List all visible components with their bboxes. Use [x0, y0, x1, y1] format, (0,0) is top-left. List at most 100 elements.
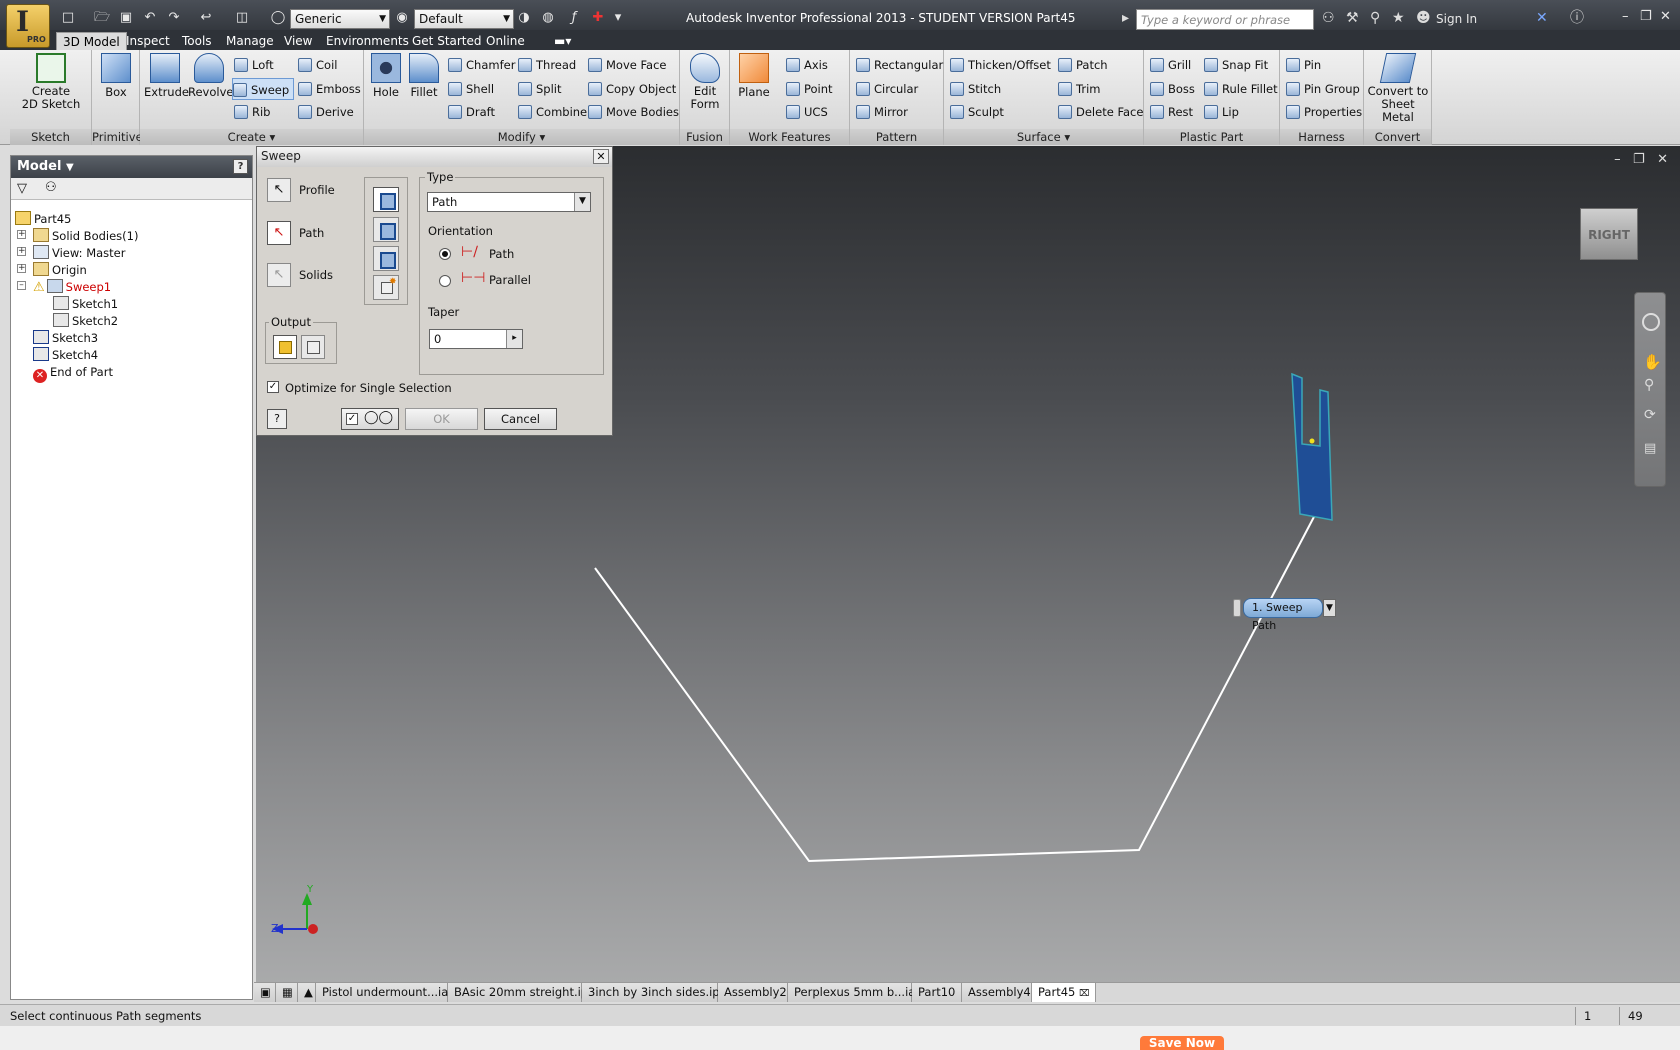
- sweep-path-line[interactable]: [594, 512, 1317, 863]
- rule-fillet-button[interactable]: Rule Fillet: [1204, 78, 1278, 100]
- application-menu-button[interactable]: I PRO: [6, 4, 50, 48]
- doc-tab-part45[interactable]: Part45 ⌧: [1032, 983, 1096, 1002]
- doc-tab-part10[interactable]: Part10: [912, 983, 962, 1002]
- ucs-button[interactable]: UCS: [786, 101, 828, 123]
- find-binoculars-icon[interactable]: ⚇: [45, 180, 57, 195]
- close-tab-icon[interactable]: ⌧: [1079, 989, 1089, 999]
- undo-icon[interactable]: ↶: [142, 10, 158, 26]
- help-search-input[interactable]: Type a keyword or phrase: [1136, 9, 1314, 30]
- expand-icon[interactable]: +: [17, 264, 26, 273]
- tab-tools[interactable]: Tools: [176, 32, 218, 50]
- output-surface-button[interactable]: [301, 335, 325, 359]
- tab-list-up-icon[interactable]: ▲: [298, 983, 316, 1002]
- expand-arrow-icon[interactable]: ▸: [1122, 10, 1129, 26]
- panel-title-modify[interactable]: Modify ▾: [364, 129, 679, 145]
- pin-button[interactable]: Pin: [1286, 54, 1321, 76]
- tree-node-part45[interactable]: Part45: [15, 210, 71, 228]
- taper-input[interactable]: 0 ▸: [429, 329, 523, 349]
- doc-tab-basic-20mm[interactable]: BAsic 20mm streight.ipt: [448, 983, 593, 1002]
- dialog-help-button[interactable]: ?: [267, 409, 287, 429]
- help-icon[interactable]: ⓘ: [1570, 10, 1584, 26]
- tab-environments[interactable]: Environments: [320, 32, 415, 50]
- doc-tab-assembly2[interactable]: Assembly2: [718, 983, 788, 1002]
- boss-button[interactable]: Boss: [1150, 78, 1195, 100]
- restore-icon[interactable]: ❐: [1640, 9, 1652, 24]
- rest-button[interactable]: Rest: [1150, 101, 1193, 123]
- rectangular-pattern-button[interactable]: Rectangular: [856, 54, 943, 76]
- delete-face-button[interactable]: Delete Face: [1058, 101, 1143, 123]
- grill-button[interactable]: Grill: [1150, 54, 1191, 76]
- split-button[interactable]: Split: [518, 78, 562, 100]
- clear-icon[interactable]: ◍: [540, 10, 556, 26]
- hole-button[interactable]: Hole: [368, 53, 404, 99]
- cascade-windows-icon[interactable]: ▦: [276, 983, 298, 1002]
- emboss-button[interactable]: Emboss: [298, 78, 361, 100]
- cancel-button[interactable]: Cancel: [484, 408, 557, 430]
- communication-icon[interactable]: ⚲: [1370, 10, 1380, 26]
- sign-in-link[interactable]: Sign In: [1436, 12, 1477, 26]
- thicken-offset-button[interactable]: Thicken/Offset: [950, 54, 1051, 76]
- move-bodies-button[interactable]: Move Bodies: [588, 101, 679, 123]
- open-icon[interactable]: 🗁: [94, 10, 110, 26]
- expand-icon[interactable]: +: [17, 230, 26, 239]
- pin-group-button[interactable]: Pin Group: [1286, 78, 1360, 100]
- redo-icon[interactable]: ↷: [166, 10, 182, 26]
- box-button[interactable]: Box: [96, 53, 136, 99]
- snap-fit-button[interactable]: Snap Fit: [1204, 54, 1268, 76]
- update-icon[interactable]: ◫: [234, 10, 250, 26]
- filter-icon[interactable]: ▽: [17, 181, 27, 196]
- close-window-icon[interactable]: ✕: [1660, 9, 1671, 24]
- tab-online[interactable]: Online: [480, 32, 531, 50]
- doc-tab-3inch-sides[interactable]: 3inch by 3inch sides.ipt: [582, 983, 724, 1002]
- path-select-button[interactable]: ↖: [267, 221, 291, 245]
- sweep-button[interactable]: Sweep: [232, 78, 295, 100]
- properties-button[interactable]: Properties: [1286, 101, 1362, 123]
- adjust-icon[interactable]: ◑: [516, 10, 532, 26]
- cut-operation-button[interactable]: [373, 217, 399, 242]
- plane-button[interactable]: Plane: [734, 53, 774, 99]
- fillet-button[interactable]: Fillet: [404, 53, 444, 99]
- orientation-parallel-radio[interactable]: [439, 275, 451, 287]
- optimize-checkbox[interactable]: ✓: [267, 381, 279, 393]
- mirror-button[interactable]: Mirror: [856, 101, 908, 123]
- save-icon[interactable]: ▣: [118, 10, 134, 26]
- sculpt-button[interactable]: Sculpt: [950, 101, 1004, 123]
- tree-node-sketch1[interactable]: Sketch1: [53, 295, 118, 313]
- panel-title-surface[interactable]: Surface ▾: [944, 129, 1143, 145]
- output-solid-button[interactable]: [273, 335, 297, 359]
- tree-node-solid-bodies[interactable]: Solid Bodies(1): [33, 227, 138, 245]
- fx-icon[interactable]: ƒ: [566, 10, 582, 26]
- binoculars-icon[interactable]: ⚇: [1322, 10, 1335, 26]
- join-operation-button[interactable]: [373, 187, 399, 212]
- dialog-title-bar[interactable]: Sweep: [257, 147, 612, 167]
- circular-pattern-button[interactable]: Circular: [856, 78, 918, 100]
- tree-node-view-master[interactable]: View: Master: [33, 244, 125, 262]
- panel-title-create[interactable]: Create ▾: [140, 129, 363, 145]
- sweep-profile-shape[interactable]: [1291, 372, 1333, 521]
- tab-3d-model[interactable]: 3D Model: [56, 32, 127, 50]
- material-select[interactable]: Generic ▼: [290, 9, 390, 29]
- tile-windows-icon[interactable]: ▣: [254, 983, 276, 1002]
- ok-button[interactable]: OK: [405, 408, 478, 430]
- tree-node-sketch4[interactable]: Sketch4: [33, 346, 98, 364]
- customize-icon[interactable]: ▾: [610, 10, 626, 26]
- exchange-icon[interactable]: ✕: [1536, 10, 1548, 26]
- doc-tab-assembly4[interactable]: Assembly4: [962, 983, 1032, 1002]
- tab-inspect[interactable]: Inspect: [120, 32, 176, 50]
- return-icon[interactable]: ↩: [198, 10, 214, 26]
- preview-checkbox[interactable]: ✓: [346, 413, 358, 425]
- collapse-icon[interactable]: –: [17, 281, 26, 290]
- new-icon[interactable]: □: [60, 10, 76, 26]
- doc-tab-pistol-undermount[interactable]: Pistol undermount...iam: [316, 983, 459, 1002]
- favorites-star-icon[interactable]: ★: [1392, 10, 1405, 26]
- expand-icon[interactable]: +: [17, 247, 26, 256]
- browser-header[interactable]: Model ▼ ?: [11, 156, 252, 178]
- extrude-button[interactable]: Extrude: [144, 53, 189, 99]
- type-dropdown[interactable]: Path ▼: [427, 192, 591, 212]
- derive-button[interactable]: Derive: [298, 101, 354, 123]
- minimize-icon[interactable]: –: [1622, 9, 1629, 24]
- subscription-icon[interactable]: ⚒: [1346, 10, 1359, 26]
- point-button[interactable]: Point: [786, 78, 833, 100]
- shell-button[interactable]: Shell: [448, 78, 494, 100]
- patch-button[interactable]: Patch: [1058, 54, 1108, 76]
